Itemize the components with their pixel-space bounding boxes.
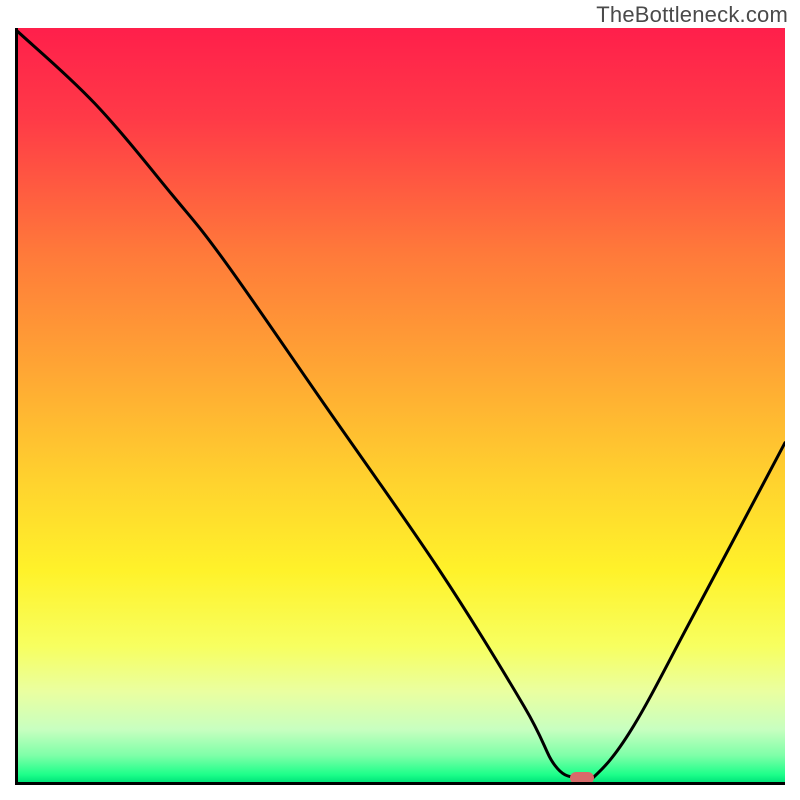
optimal-marker [570,772,594,782]
bottleneck-chart: TheBottleneck.com [0,0,800,800]
watermark-text: TheBottleneck.com [596,2,788,28]
plot-inner [18,28,785,782]
bottleneck-curve [18,28,785,782]
plot-area [15,28,785,785]
